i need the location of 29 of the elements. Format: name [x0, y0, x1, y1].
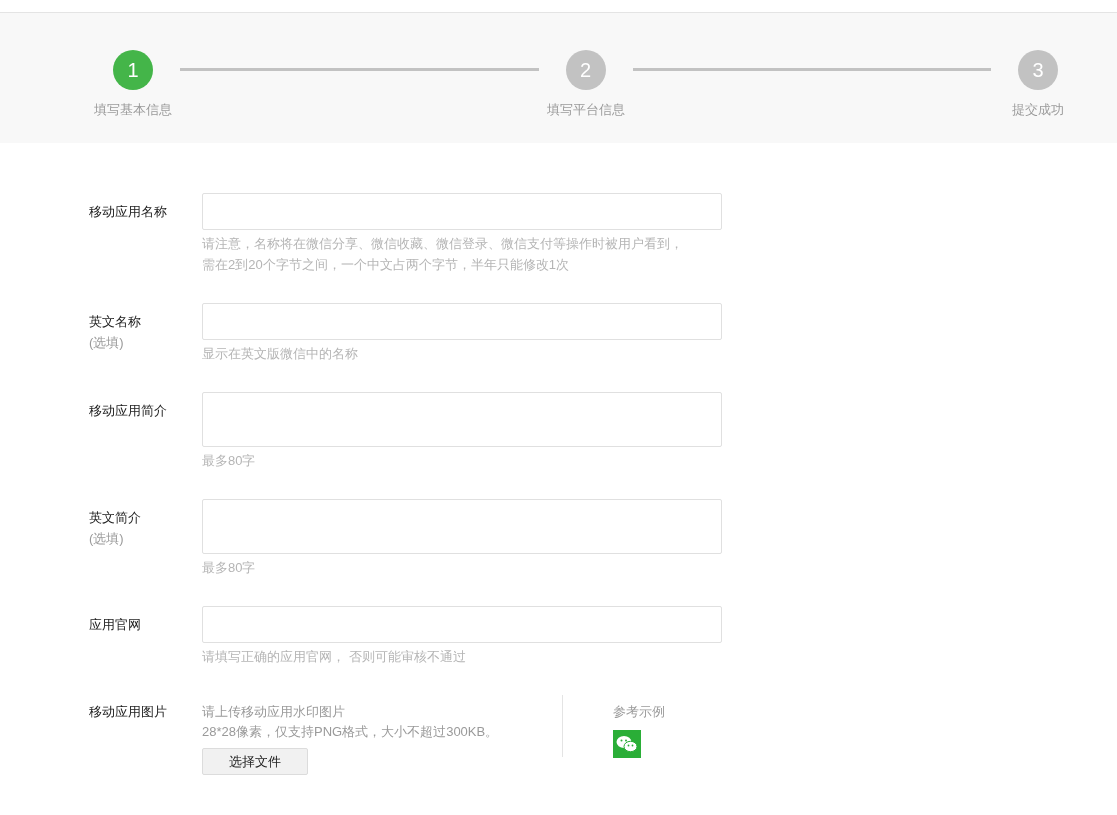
input-field[interactable] [202, 193, 722, 230]
text-area[interactable] [202, 499, 722, 554]
input-field[interactable] [202, 303, 722, 340]
hint-text: 请填写正确的应用官网， 否则可能审核不通过 [202, 648, 467, 666]
optional-note: (选填) [89, 334, 125, 352]
hint-text: 请注意，名称将在微信分享、微信收藏、微信登录、微信支付等操作时被用户看到， [202, 235, 684, 253]
field-label: 英文名称 [89, 313, 142, 331]
field-label: 移动应用简介 [89, 402, 168, 420]
field-label: 移动应用名称 [89, 203, 168, 221]
upload-hint: 请上传移动应用水印图片 [202, 703, 346, 721]
hint-text: 最多80字 [202, 452, 257, 470]
field-label: 移动应用图片 [89, 704, 167, 719]
step-number: 3 [1018, 50, 1058, 90]
step-label: 填写平台信息 [546, 101, 625, 119]
upload-hint: 28*28像素，仅支持PNG格式，大小不超过300KB。 [202, 723, 500, 741]
optional-note: (选填) [89, 530, 125, 548]
chat-bubbles-icon [613, 729, 641, 758]
field-label: 应用官网 [89, 616, 142, 634]
example-label: 参考示例 [613, 703, 665, 721]
step-label: 提交成功 [1012, 101, 1064, 119]
step-number: 2 [565, 50, 606, 90]
hint-text: 显示在英文版微信中的名称 [202, 345, 359, 363]
choose-file-button[interactable]: 选择文件 [202, 748, 308, 775]
hint-text: 最多80字 [202, 559, 257, 577]
input-field[interactable] [202, 606, 722, 643]
text-area[interactable] [202, 392, 722, 447]
step-number: 1 [113, 50, 153, 90]
field-label: 英文简介 [89, 509, 142, 527]
step-label: 填写基本信息 [94, 101, 172, 119]
